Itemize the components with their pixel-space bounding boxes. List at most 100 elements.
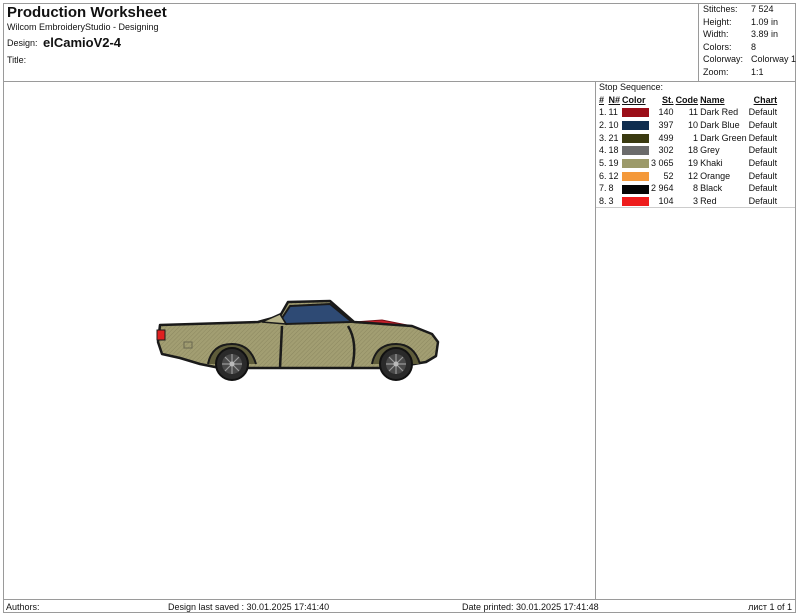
- title-label: Title:: [7, 55, 27, 65]
- stitch-count: 104: [658, 196, 674, 207]
- stop-number: 2.: [599, 120, 607, 131]
- car-front-wheel: [379, 347, 413, 381]
- color-swatch: [621, 106, 650, 119]
- thread-code: 18: [688, 145, 699, 156]
- thread-code: 3: [693, 196, 699, 207]
- stitch-count: 499: [658, 132, 674, 143]
- thread-color-swatch: [622, 197, 650, 207]
- embroidery-design-preview: [156, 299, 440, 381]
- table-row: 7. 8 2 964 8 Black Default: [598, 182, 778, 195]
- thread-color-swatch: [622, 171, 650, 181]
- date-printed: Date printed: 30.01.2025 17:41:48: [462, 602, 599, 612]
- thread-color-swatch: [622, 121, 650, 131]
- table-row: 1. 11 140 11 Dark Red Default: [598, 106, 778, 119]
- thread-code: 19: [688, 158, 699, 169]
- needle-number: 12: [608, 170, 619, 181]
- table-row: 8. 3 104 3 Red Default: [598, 195, 778, 208]
- thread-code: 12: [688, 170, 699, 181]
- stitch-count: 2 964: [651, 183, 674, 194]
- col-color: Color: [622, 94, 646, 105]
- worksheet-header: Production Worksheet Wilcom EmbroiderySt…: [3, 3, 796, 82]
- thread-color-swatch: [622, 146, 650, 156]
- thread-color-swatch: [622, 133, 650, 143]
- app-subtitle: Wilcom EmbroideryStudio - Designing: [7, 22, 159, 32]
- thread-name: Dark Green: [700, 132, 747, 143]
- col-number: #: [599, 94, 605, 105]
- thread-color-swatch: [622, 159, 650, 169]
- stop-number: 8.: [599, 196, 607, 207]
- stop-number: 7.: [599, 183, 607, 194]
- design-label: Design:: [7, 38, 38, 48]
- stitch-count: 3 065: [651, 158, 674, 169]
- car-rear-wheel: [215, 347, 249, 381]
- stitch-count: 397: [658, 120, 674, 131]
- page-title: Production Worksheet: [7, 4, 167, 21]
- color-swatch: [621, 157, 650, 170]
- color-swatch: [621, 131, 650, 144]
- color-swatch: [621, 182, 650, 195]
- thread-color-swatch: [622, 184, 650, 194]
- last-saved: Design last saved : 30.01.2025 17:41:40: [168, 602, 330, 612]
- needle-number: 11: [608, 107, 618, 118]
- thread-chart: Default: [748, 107, 778, 118]
- table-row: 5. 19 3 065 19 Khaki Default: [598, 157, 778, 170]
- stop-number: 4.: [599, 145, 607, 156]
- col-name: Name: [700, 94, 725, 105]
- thread-name: Dark Red: [700, 107, 739, 118]
- thread-code: 11: [688, 107, 699, 118]
- thread-chart: Default: [748, 145, 778, 156]
- needle-number: 8: [608, 183, 614, 194]
- table-row: 2. 10 397 10 Dark Blue Default: [598, 119, 778, 132]
- thread-color-swatch: [622, 108, 650, 118]
- col-stitches: St.: [662, 94, 674, 105]
- car-tail-light: [156, 329, 166, 341]
- stop-sequence-title: Stop Sequence:: [599, 82, 664, 92]
- page-number: лист 1 of 1: [748, 602, 792, 612]
- design-name: elCamioV2-4: [43, 35, 122, 50]
- thread-chart: Default: [748, 196, 778, 207]
- color-swatch: [621, 195, 650, 208]
- color-swatch: [621, 169, 650, 182]
- table-header-row: # N# Color St. Code Name Chart: [598, 93, 778, 106]
- authors-label: Authors:: [6, 602, 40, 612]
- thread-chart: Default: [748, 120, 778, 131]
- needle-number: 18: [608, 145, 619, 156]
- thread-code: 8: [693, 183, 699, 194]
- needle-number: 3: [608, 196, 614, 207]
- col-code: Code: [675, 94, 699, 105]
- stitch-count: 302: [658, 145, 674, 156]
- thread-code: 1: [693, 132, 699, 143]
- thread-chart: Default: [748, 132, 778, 143]
- design-stats: Stitches: 7 524 Height: 1.09 in Width: 3…: [698, 3, 796, 81]
- col-chart: Chart: [753, 94, 778, 105]
- stop-sequence-panel: Stop Sequence: # N# Color St. Code Name …: [595, 82, 796, 599]
- color-swatch: [621, 144, 650, 157]
- needle-number: 10: [608, 120, 619, 131]
- car-front-window: [280, 302, 355, 326]
- thread-code: 10: [688, 120, 699, 131]
- table-row: 3. 21 499 1 Dark Green Default: [598, 131, 778, 144]
- thread-chart: Default: [748, 170, 778, 181]
- thread-name: Red: [700, 196, 717, 207]
- thread-name: Orange: [700, 170, 731, 181]
- color-swatch: [621, 119, 650, 132]
- worksheet-footer: Authors: Design last saved : 30.01.2025 …: [3, 599, 796, 613]
- stitch-count: 140: [658, 107, 674, 118]
- thread-name: Dark Blue: [700, 120, 740, 131]
- stop-number: 3.: [599, 132, 607, 143]
- stop-number: 1.: [599, 107, 607, 118]
- table-row: 4. 18 302 18 Grey Default: [598, 144, 778, 157]
- thread-name: Khaki: [700, 158, 723, 169]
- stop-sequence-table: # N# Color St. Code Name Chart 1. 11 140 11…: [598, 93, 778, 208]
- table-row: 6. 12 52 12 Orange Default: [598, 169, 778, 182]
- stop-number: 6.: [599, 170, 607, 181]
- thread-name: Black: [700, 183, 723, 194]
- stop-number: 5.: [599, 158, 607, 169]
- needle-number: 21: [608, 132, 619, 143]
- col-n: N#: [608, 94, 621, 105]
- thread-name: Grey: [700, 145, 720, 156]
- thread-chart: Default: [748, 183, 778, 194]
- thread-chart: Default: [748, 158, 778, 169]
- needle-number: 19: [608, 158, 619, 169]
- stitch-count: 52: [663, 170, 674, 181]
